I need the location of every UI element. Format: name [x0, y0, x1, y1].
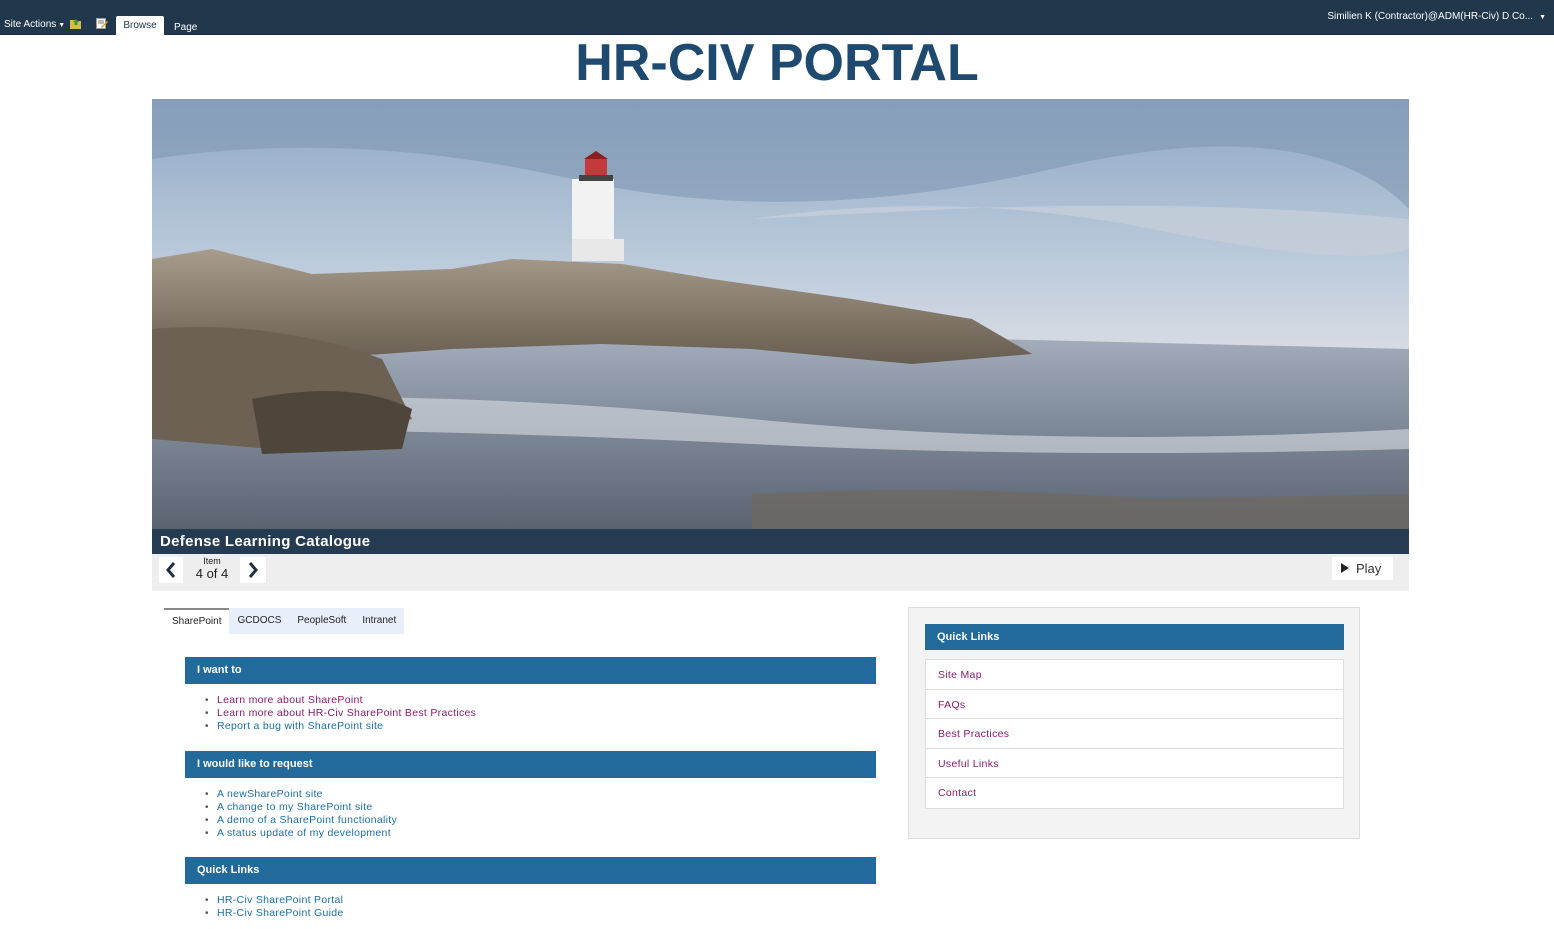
tab-peoplesoft[interactable]: PeopleSoft — [289, 608, 354, 634]
carousel-pager: Item 4 of 4 — [185, 556, 239, 582]
want-link-list: Learn more about SharePoint Learn more a… — [205, 694, 476, 733]
pager-position: 4 of 4 — [195, 566, 229, 581]
link-learn-sharepoint[interactable]: Learn more about SharePoint — [217, 694, 363, 706]
quick-link-contact[interactable]: Contact — [926, 778, 1343, 808]
link-change-site[interactable]: A change to my SharePoint site — [217, 801, 373, 813]
ribbon-bar: Site Actions ▼ Browse Page Similien K (Co… — [0, 0, 1554, 35]
play-label: Play — [1356, 561, 1382, 576]
list-item: Learn more about SharePoint — [205, 694, 476, 707]
list-item: Learn more about HR-Civ SharePoint Best … — [205, 707, 476, 720]
tab-sharepoint[interactable]: SharePoint — [164, 608, 230, 634]
user-menu[interactable]: Similien K (Contractor)@ADM(HR-Civ) D Co… — [1327, 11, 1546, 22]
chevron-right-icon — [248, 562, 258, 578]
lighthouse-photo — [152, 99, 1409, 529]
quick-link-useful-links[interactable]: Useful Links — [926, 749, 1343, 779]
tab-gcdocs[interactable]: GCDOCS — [229, 608, 289, 634]
section-header-want: I want to — [185, 657, 876, 684]
link-guide[interactable]: HR-Civ SharePoint Guide — [217, 907, 344, 919]
next-button[interactable] — [240, 557, 266, 583]
chevron-down-icon: ▼ — [1539, 14, 1546, 21]
request-link-list: A newSharePoint site A change to my Shar… — [205, 788, 397, 840]
play-button[interactable]: Play — [1332, 557, 1393, 580]
navigate-up-icon[interactable] — [70, 18, 82, 29]
system-tabs: SharePoint GCDOCS PeopleSoft Intranet — [164, 608, 405, 634]
carousel-caption-bar: Defense Learning Catalogue — [152, 529, 1409, 554]
chevron-down-icon: ▼ — [58, 22, 66, 29]
list-item: A status update of my development — [205, 827, 397, 840]
list-item: Report a bug with SharePoint site — [205, 720, 476, 733]
site-actions-menu[interactable]: Site Actions ▼ — [4, 19, 65, 30]
page-title: HR-CIV PORTAL — [575, 34, 979, 92]
link-demo[interactable]: A demo of a SharePoint functionality — [217, 814, 397, 826]
section-header-request: I would like to request — [185, 751, 876, 778]
link-best-practices[interactable]: Learn more about HR-Civ SharePoint Best … — [217, 707, 476, 719]
list-item: A newSharePoint site — [205, 788, 397, 801]
link-portal[interactable]: HR-Civ SharePoint Portal — [217, 894, 343, 906]
quick-links-panel: Quick Links Site Map FAQs Best Practices… — [908, 607, 1360, 839]
quick-links-list: Site Map FAQs Best Practices Useful Link… — [925, 659, 1344, 809]
quick-link-list: HR-Civ SharePoint Portal HR-Civ SharePoi… — [205, 894, 344, 920]
chevron-left-icon — [166, 562, 176, 578]
link-status-update[interactable]: A status update of my development — [217, 827, 391, 839]
link-report-bug[interactable]: Report a bug with SharePoint site — [217, 720, 383, 732]
previous-button[interactable] — [159, 557, 183, 583]
list-item: HR-Civ SharePoint Guide — [205, 907, 344, 920]
carousel-controls: Item 4 of 4 Play — [152, 554, 1409, 591]
list-item: HR-Civ SharePoint Portal — [205, 894, 344, 907]
user-name: Similien K (Contractor)@ADM(HR-Civ) D Co… — [1327, 11, 1534, 22]
site-actions-label: Site Actions — [4, 19, 57, 30]
edit-page-icon[interactable] — [96, 18, 108, 29]
list-item: A change to my SharePoint site — [205, 801, 397, 814]
play-icon — [1341, 563, 1349, 573]
pager-label: Item — [203, 556, 221, 566]
list-item: A demo of a SharePoint functionality — [205, 814, 397, 827]
quick-link-best-practices[interactable]: Best Practices — [926, 719, 1343, 749]
carousel-caption[interactable]: Defense Learning Catalogue — [160, 533, 370, 550]
quick-links-panel-title: Quick Links — [925, 624, 1344, 650]
carousel-image[interactable] — [152, 99, 1409, 529]
quick-link-site-map[interactable]: Site Map — [926, 660, 1343, 690]
link-new-site[interactable]: A newSharePoint site — [217, 788, 323, 800]
quick-link-faqs[interactable]: FAQs — [926, 690, 1343, 720]
section-header-quick-links: Quick Links — [185, 857, 876, 884]
tab-intranet[interactable]: Intranet — [354, 608, 404, 634]
